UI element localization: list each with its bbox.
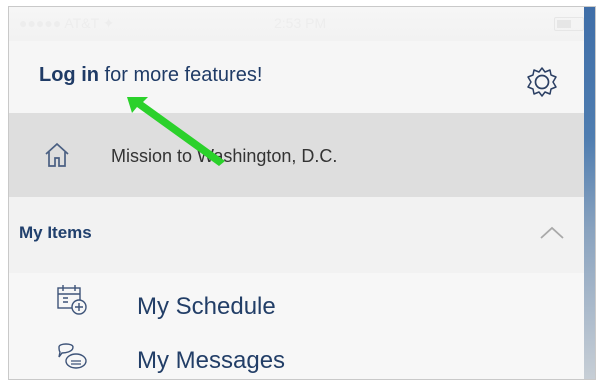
chat-bubbles-icon (58, 343, 87, 369)
carrier-text: ●●●●● AT&T ✦ (19, 15, 115, 31)
chevron-up-icon[interactable] (539, 225, 565, 241)
menu-item-my-messages[interactable] (9, 331, 584, 379)
green-arrow-annotation (127, 97, 225, 166)
login-prompt[interactable]: Log in for more features! (39, 64, 262, 87)
my-items-title: My Items (19, 223, 92, 242)
home-icon (45, 142, 69, 167)
menu-label-my-schedule: My Schedule (137, 293, 276, 320)
login-link[interactable]: Log in (39, 64, 99, 86)
time-text: 2:53 PM (274, 15, 327, 31)
screenshot-frame: ●●●●● AT&T ✦ 2:53 PM Log in for more fea… (8, 6, 596, 380)
calendar-add-icon (57, 285, 87, 315)
background-edge (584, 7, 595, 379)
login-rest: for more features! (98, 64, 263, 86)
menu-label-my-messages: My Messages (137, 347, 286, 374)
my-items-header[interactable] (9, 197, 584, 273)
side-menu: ●●●●● AT&T ✦ 2:53 PM Log in for more fea… (9, 7, 584, 379)
gear-icon[interactable] (525, 65, 559, 99)
battery-icon (554, 17, 584, 31)
status-bar: ●●●●● AT&T ✦ 2:53 PM (9, 7, 584, 41)
menu-item-my-schedule[interactable] (9, 273, 584, 331)
